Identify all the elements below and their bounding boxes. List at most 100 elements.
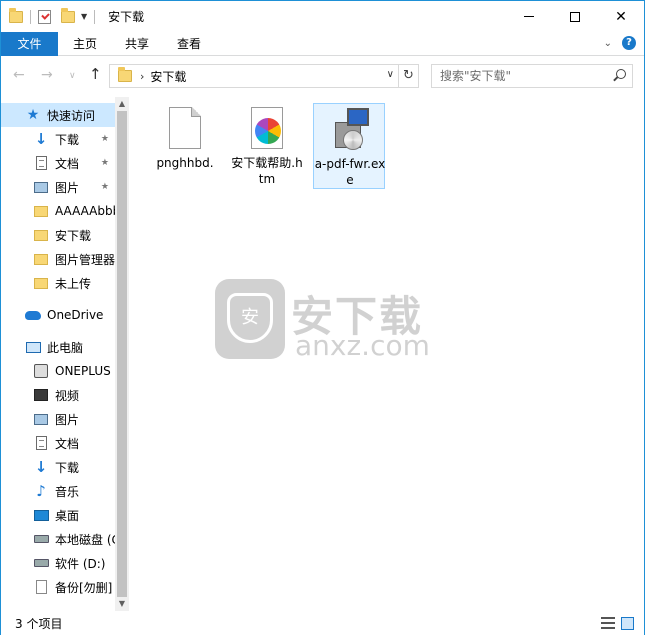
nav-label: AAAAAbbb bbox=[55, 204, 115, 218]
download-icon: ↓ bbox=[34, 458, 48, 476]
nav-label: 桌面 bbox=[55, 508, 80, 523]
file-icon bbox=[33, 579, 49, 595]
nav-label: 本地磁盘 (C:) bbox=[55, 532, 115, 547]
item-count: 3 个项目 bbox=[15, 617, 63, 631]
folder-icon bbox=[33, 251, 49, 267]
large-icons-view-icon[interactable] bbox=[621, 617, 634, 630]
expand-ribbon-chevron-icon[interactable]: ⌄ bbox=[604, 38, 612, 49]
forward-arrow-icon[interactable]: → bbox=[41, 67, 53, 83]
file-item-selected[interactable]: a-pdf-fwr.exe bbox=[313, 103, 385, 189]
file-item[interactable]: 安下载帮助.htm bbox=[231, 103, 303, 189]
nav-pc-pictures[interactable]: 图片 bbox=[1, 407, 115, 431]
nav-pictures[interactable]: 图片 ★ bbox=[1, 175, 115, 199]
file-item[interactable]: pnghhbd. bbox=[149, 103, 221, 189]
maximize-icon bbox=[570, 11, 580, 22]
pin-icon: ★ bbox=[100, 158, 109, 168]
properties-icon[interactable] bbox=[38, 9, 51, 24]
nav-folder-aaaaabbb[interactable]: AAAAAbbb bbox=[1, 199, 115, 223]
nav-backup[interactable]: 备份[勿删] bbox=[1, 575, 115, 599]
picture-icon bbox=[33, 411, 49, 427]
pin-icon: ★ bbox=[100, 134, 109, 144]
address-bar[interactable]: › 安下载 ∨ ↻ bbox=[109, 64, 419, 88]
nav-quick-access[interactable]: ★ 快速访问 bbox=[1, 103, 115, 127]
blank-file-icon bbox=[169, 107, 203, 151]
maximize-button[interactable] bbox=[552, 1, 598, 32]
watermark: 安 安下载 anxz.com bbox=[215, 275, 435, 365]
quick-access-toolbar: ▼ bbox=[1, 7, 98, 24]
download-icon: ↓ bbox=[34, 130, 48, 148]
desktop-icon bbox=[33, 507, 49, 523]
drive-icon bbox=[33, 555, 49, 571]
window-controls: ✕ bbox=[506, 1, 644, 32]
nav-label: 备份[勿删] bbox=[55, 580, 113, 595]
nav-label: 下载 bbox=[55, 460, 80, 475]
nav-desktop[interactable]: 桌面 bbox=[1, 503, 115, 527]
setup-exe-icon bbox=[334, 108, 369, 152]
nav-pc-documents[interactable]: 文档 bbox=[1, 431, 115, 455]
watermark-en: anxz.com bbox=[295, 329, 430, 362]
nav-label: 文档 bbox=[55, 436, 80, 451]
nav-label: 音乐 bbox=[55, 484, 80, 499]
tab-home[interactable]: 主页 bbox=[63, 32, 107, 56]
nav-oneplus[interactable]: ONEPLUS bbox=[1, 359, 115, 383]
search-input[interactable]: 搜索"安下载" bbox=[431, 64, 633, 88]
video-icon bbox=[33, 387, 49, 403]
recent-locations-chevron-icon[interactable]: ∨ bbox=[69, 71, 76, 81]
search-icon bbox=[616, 69, 626, 79]
nav-folder-anxiazai[interactable]: 安下载 bbox=[1, 223, 115, 247]
watermark-badge: 安 bbox=[227, 293, 273, 343]
nav-label: 软件 (D:) bbox=[55, 556, 106, 571]
nav-scroll-thumb[interactable] bbox=[117, 111, 127, 597]
tab-share[interactable]: 共享 bbox=[115, 32, 159, 56]
close-button[interactable]: ✕ bbox=[598, 1, 644, 32]
nav-downloads[interactable]: ↓ 下载 ★ bbox=[1, 127, 115, 151]
up-arrow-icon[interactable]: ↑ bbox=[89, 65, 102, 83]
pin-icon: ★ bbox=[100, 182, 109, 192]
nav-videos[interactable]: 视频 bbox=[1, 383, 115, 407]
onedrive-icon bbox=[25, 307, 41, 323]
tab-file[interactable]: 文件 bbox=[1, 32, 58, 56]
help-icon[interactable]: ? bbox=[622, 36, 636, 50]
drive-icon bbox=[33, 531, 49, 547]
status-bar: 3 个项目 bbox=[1, 611, 644, 635]
scroll-up-icon[interactable]: ▲ bbox=[115, 97, 129, 111]
nav-onedrive[interactable]: OneDrive bbox=[1, 303, 115, 327]
nav-this-pc[interactable]: 此电脑 bbox=[1, 335, 115, 359]
back-arrow-icon[interactable]: ← bbox=[13, 67, 25, 83]
close-icon: ✕ bbox=[615, 8, 627, 25]
folder-icon bbox=[33, 227, 49, 243]
view-switcher bbox=[601, 617, 634, 630]
folder-icon bbox=[33, 203, 49, 219]
nav-pc-downloads[interactable]: ↓ 下载 bbox=[1, 455, 115, 479]
nav-drive-d[interactable]: 软件 (D:) bbox=[1, 551, 115, 575]
nav-documents[interactable]: 文档 ★ bbox=[1, 151, 115, 175]
nav-music[interactable]: ♪ 音乐 bbox=[1, 479, 115, 503]
htm-file-icon bbox=[251, 107, 285, 151]
watermark-shield-icon: 安 bbox=[215, 279, 285, 359]
nav-label: 图片 bbox=[55, 412, 80, 427]
search-placeholder: 搜索"安下载" bbox=[440, 69, 512, 83]
minimize-button[interactable] bbox=[506, 1, 552, 32]
folder-icon bbox=[118, 67, 132, 82]
breadcrumb[interactable]: 安下载 bbox=[150, 68, 186, 85]
refresh-button[interactable]: ↻ bbox=[398, 65, 418, 87]
file-name: pnghhbd. bbox=[156, 156, 214, 170]
navigation-pane: ★ 快速访问 ↓ 下载 ★ 文档 ★ 图片 ★ AAAAAbbb 安下载 图片管… bbox=[1, 97, 129, 611]
nav-label: 此电脑 bbox=[47, 340, 84, 355]
nav-label: ONEPLUS bbox=[55, 364, 111, 378]
scroll-down-icon[interactable]: ▼ bbox=[115, 597, 129, 611]
new-folder-icon[interactable] bbox=[61, 7, 75, 23]
address-history-dropdown-icon[interactable]: ∨ bbox=[387, 69, 394, 80]
details-view-icon[interactable] bbox=[601, 617, 615, 629]
title-bar: ▼ 安下载 ✕ bbox=[1, 1, 644, 32]
customize-dropdown-icon[interactable]: ▼ bbox=[81, 12, 87, 21]
nav-drive-c[interactable]: 本地磁盘 (C:) bbox=[1, 527, 115, 551]
nav-label: 未上传 bbox=[55, 276, 92, 291]
nav-folder-picture-manager[interactable]: 图片管理器 bbox=[1, 247, 115, 271]
tab-view[interactable]: 查看 bbox=[167, 32, 211, 56]
nav-label: 视频 bbox=[55, 388, 80, 403]
nav-folder-not-uploaded[interactable]: 未上传 bbox=[1, 271, 115, 295]
picture-icon bbox=[33, 179, 49, 195]
breadcrumb-chevron-icon[interactable]: › bbox=[140, 70, 144, 83]
file-name: 安下载帮助.htm bbox=[231, 156, 303, 186]
